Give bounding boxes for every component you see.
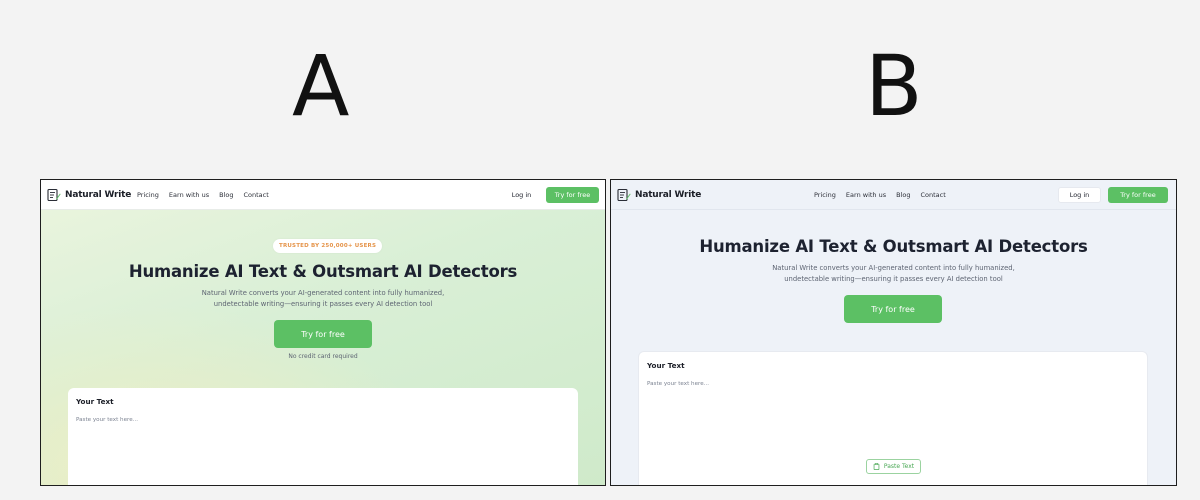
trust-badge: TRUSTED BY 250,000+ USERS <box>273 239 383 253</box>
nav-item-blog[interactable]: Blog <box>896 191 910 199</box>
paste-text-label: Paste Text <box>883 463 915 470</box>
text-input-card[interactable]: Your Text Paste your text here... <box>68 388 578 485</box>
nav-try-free-button[interactable]: Try for free <box>546 187 599 203</box>
paste-text-button[interactable]: Paste Text <box>866 459 921 474</box>
hero-subtitle: Natural Write converts your AI-generated… <box>41 288 605 310</box>
nav-links: Pricing Earn with us Blog Contact <box>137 191 279 199</box>
variant-b-screenshot: Natural Write Pricing Earn with us Blog … <box>610 179 1177 486</box>
clipboard-icon <box>873 463 880 470</box>
nav-try-free-button[interactable]: Try for free <box>1108 187 1168 203</box>
hero-subtitle-line-1: Natural Write converts your AI-generated… <box>201 289 445 297</box>
nav-item-earn[interactable]: Earn with us <box>846 191 886 199</box>
variant-label-a: A <box>292 37 350 135</box>
logo-text: Natural Write <box>65 190 132 200</box>
hero-try-free-button[interactable]: Try for free <box>274 320 372 348</box>
nav-item-pricing[interactable]: Pricing <box>137 191 159 199</box>
nav-bar: Natural Write Pricing Earn with us Blog … <box>611 180 1176 210</box>
no-credit-card-note: No credit card required <box>288 353 358 360</box>
hero-subtitle-line-1: Natural Write converts your AI-generated… <box>772 264 1015 272</box>
nav-bar: Natural Write Pricing Earn with us Blog … <box>41 180 605 210</box>
text-input-placeholder[interactable]: Paste your text here... <box>76 417 138 423</box>
logo[interactable]: Natural Write <box>617 188 701 202</box>
hero-subtitle-line-2: undetectable writing—ensuring it passes … <box>784 275 1003 283</box>
hero-title: Humanize AI Text & Outsmart AI Detectors <box>128 262 518 281</box>
notepad-pen-icon <box>47 188 61 202</box>
hero-subtitle-line-2: undetectable writing—ensuring it passes … <box>213 300 433 308</box>
hero-section: TRUSTED BY 250,000+ USERS Humanize AI Te… <box>41 210 605 485</box>
hero-section: Humanize AI Text & Outsmart AI Detectors… <box>611 210 1176 485</box>
logo[interactable]: Natural Write <box>47 188 131 202</box>
logo-text: Natural Write <box>635 190 702 200</box>
login-button[interactable]: Log in <box>500 187 543 203</box>
hero-title: Humanize AI Text & Outsmart AI Detectors <box>699 237 1088 256</box>
nav-item-earn[interactable]: Earn with us <box>169 191 209 199</box>
variant-a-screenshot: Natural Write Pricing Earn with us Blog … <box>40 179 606 486</box>
hero-subtitle: Natural Write converts your AI-generated… <box>611 263 1176 285</box>
text-input-card[interactable]: Your Text Paste your text here... Paste … <box>638 351 1148 485</box>
nav-item-contact[interactable]: Contact <box>244 191 269 199</box>
variant-label-b: B <box>865 37 923 135</box>
hero-try-free-button[interactable]: Try for free <box>844 295 942 323</box>
text-input-placeholder[interactable]: Paste your text here... <box>647 381 709 387</box>
nav-item-contact[interactable]: Contact <box>921 191 946 199</box>
nav-item-blog[interactable]: Blog <box>219 191 233 199</box>
nav-item-pricing[interactable]: Pricing <box>814 191 836 199</box>
card-title: Your Text <box>647 361 685 370</box>
notepad-pen-icon <box>617 188 631 202</box>
card-title: Your Text <box>76 397 114 406</box>
login-button[interactable]: Log in <box>1058 187 1101 203</box>
nav-links: Pricing Earn with us Blog Contact <box>814 191 956 199</box>
